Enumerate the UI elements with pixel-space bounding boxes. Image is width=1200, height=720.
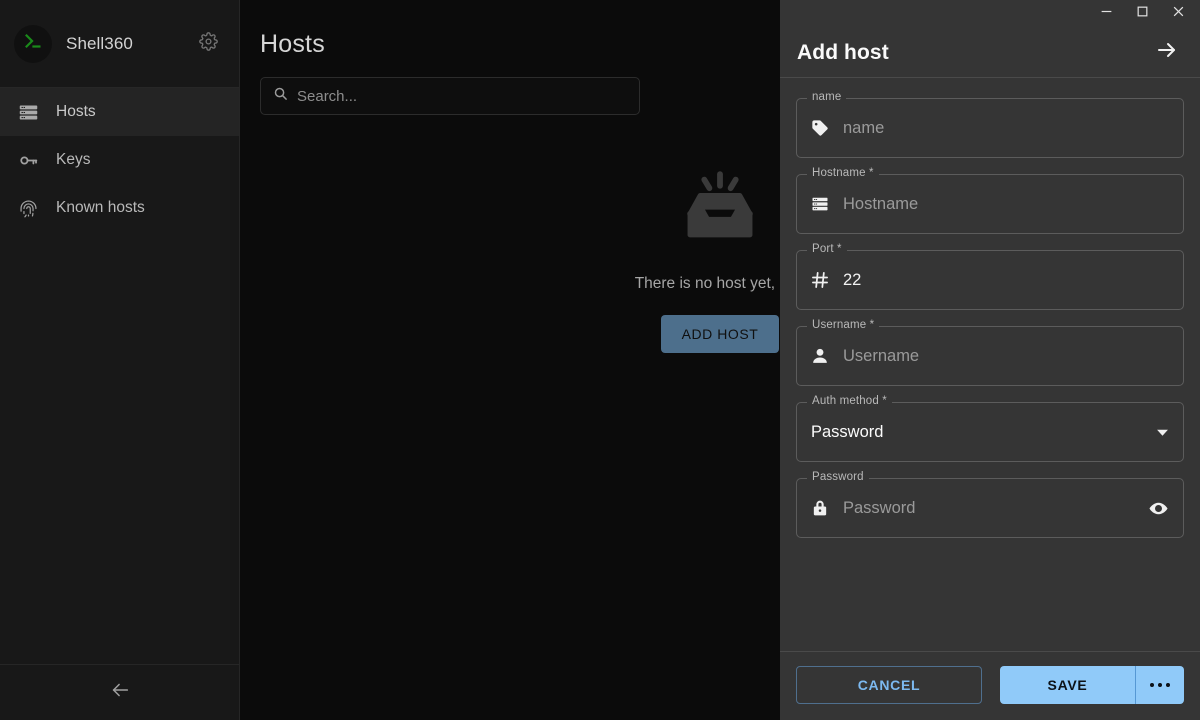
search-placeholder: Search... xyxy=(297,87,358,105)
drawer-footer: CANCEL SAVE xyxy=(780,651,1200,720)
arrow-left-icon xyxy=(109,679,131,706)
app-logo xyxy=(14,24,52,63)
name-placeholder: name xyxy=(843,118,885,137)
more-horizontal-icon xyxy=(1150,683,1170,687)
field-name: name name xyxy=(796,91,1184,158)
field-username: Username * Username xyxy=(796,319,1184,386)
drawer-title: Add host xyxy=(797,40,889,64)
field-password: Password Password xyxy=(796,471,1184,538)
sidebar-item-hosts[interactable]: Hosts xyxy=(0,88,239,136)
sidebar-item-known-hosts[interactable]: Known hosts xyxy=(0,184,239,232)
sidebar: Shell360 Hosts Keys Known hosts xyxy=(0,0,240,720)
sidebar-nav: Hosts Keys Known hosts xyxy=(0,88,239,232)
field-name-legend: name xyxy=(807,91,847,103)
terminal-prompt-icon xyxy=(22,30,44,57)
field-hostname: Hostname * Hostname xyxy=(796,167,1184,234)
field-hostname-legend: Hostname * xyxy=(807,167,879,179)
maximize-icon xyxy=(1136,5,1149,23)
sidebar-item-label: Keys xyxy=(56,151,91,168)
empty-inbox-icon xyxy=(679,168,761,255)
field-port-legend: Port * xyxy=(807,243,847,255)
save-split-button: SAVE xyxy=(1000,666,1184,704)
field-password-legend: Password xyxy=(807,471,869,483)
maximize-button[interactable] xyxy=(1124,0,1160,28)
field-username-legend: Username * xyxy=(807,319,880,331)
add-host-button[interactable]: ADD HOST xyxy=(660,315,780,353)
username-placeholder: Username xyxy=(843,346,920,365)
field-auth-method-legend: Auth method * xyxy=(807,395,892,407)
eye-icon[interactable] xyxy=(1148,498,1169,519)
app-title: Shell360 xyxy=(66,33,133,53)
save-button[interactable]: SAVE xyxy=(1000,666,1136,704)
hash-icon xyxy=(809,269,831,291)
username-input[interactable]: Username xyxy=(796,326,1184,386)
key-icon xyxy=(16,148,40,172)
more-options-button[interactable] xyxy=(1136,666,1184,704)
hostname-input[interactable]: Hostname xyxy=(796,174,1184,234)
brand-header: Shell360 xyxy=(0,0,239,88)
window-titlebar xyxy=(780,0,1200,28)
field-port: Port * 22 xyxy=(796,243,1184,310)
person-icon xyxy=(809,345,831,367)
tag-icon xyxy=(809,117,831,139)
password-placeholder: Password xyxy=(843,498,916,517)
sidebar-item-label: Known hosts xyxy=(56,199,145,216)
minimize-icon xyxy=(1100,5,1113,23)
minimize-button[interactable] xyxy=(1088,0,1124,28)
chevron-down-icon[interactable] xyxy=(1156,426,1169,439)
port-value: 22 xyxy=(843,270,862,289)
close-button[interactable] xyxy=(1160,0,1196,28)
arrow-right-icon xyxy=(1155,38,1179,67)
search-input[interactable]: Search... xyxy=(260,77,640,115)
app-window: Shell360 Hosts Keys Known hosts Hosts Se… xyxy=(0,0,1200,720)
drawer-header: Add host xyxy=(780,28,1200,78)
sidebar-item-label: Hosts xyxy=(56,103,96,120)
drawer-collapse-button[interactable] xyxy=(1150,36,1184,70)
hostname-placeholder: Hostname xyxy=(843,194,919,213)
port-input[interactable]: 22 xyxy=(796,250,1184,310)
name-input[interactable]: name xyxy=(796,98,1184,158)
fingerprint-icon xyxy=(16,196,40,220)
gear-icon xyxy=(198,31,218,56)
cancel-button[interactable]: CANCEL xyxy=(796,666,982,704)
sidebar-back-button[interactable] xyxy=(0,664,239,720)
auth-method-value: Password xyxy=(811,422,884,441)
close-icon xyxy=(1172,5,1185,23)
settings-button[interactable] xyxy=(193,29,223,59)
search-icon xyxy=(273,86,288,106)
auth-method-select[interactable]: Password xyxy=(796,402,1184,462)
add-host-drawer: Add host name name Hostname * Hostname P… xyxy=(780,0,1200,720)
password-input[interactable]: Password xyxy=(796,478,1184,538)
field-auth-method: Auth method * Password xyxy=(796,395,1184,462)
sidebar-item-keys[interactable]: Keys xyxy=(0,136,239,184)
server-rack-icon xyxy=(16,100,40,124)
add-host-form: name name Hostname * Hostname Port * 22 … xyxy=(780,78,1200,651)
server-rack-icon xyxy=(809,193,831,215)
lock-icon xyxy=(809,497,831,519)
